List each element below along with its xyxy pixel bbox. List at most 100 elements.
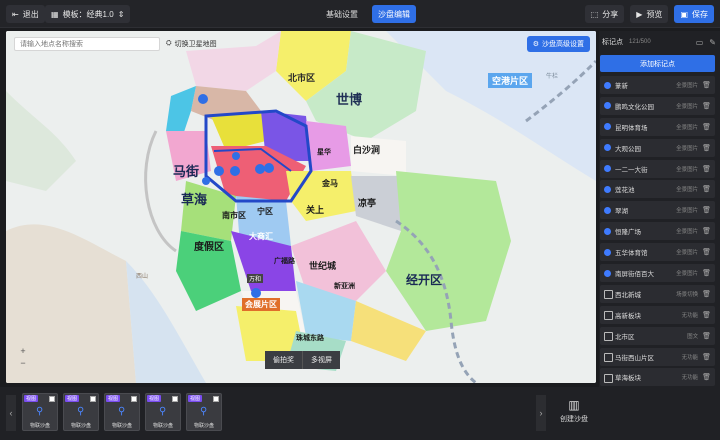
sandbox-thumbnail[interactable]: 视图 ⚲ 物联沙盘: [104, 393, 140, 431]
point-marker-icon: [604, 123, 611, 131]
polygon-marker-icon: [604, 332, 613, 342]
marker-row[interactable]: 五华体育馆 全景图片 🗑: [600, 243, 715, 262]
tab-basic-settings[interactable]: 基础设置: [320, 5, 364, 23]
marker-dot[interactable]: [232, 152, 240, 160]
create-sandbox-button[interactable]: ▥ 创建沙盘: [556, 398, 592, 424]
point-marker-icon: [604, 81, 611, 89]
trash-icon[interactable]: 🗑: [702, 227, 711, 235]
float-button[interactable]: 多视屏: [303, 351, 340, 369]
advanced-settings-button[interactable]: ⚙ 沙盘高级设置: [526, 36, 590, 52]
template-icon: ▦: [51, 9, 59, 19]
marker-name: 鹏鸣文化公园: [615, 103, 654, 111]
sandbox-thumbnail[interactable]: 视图 ⚲ 物联沙盘: [186, 393, 222, 431]
save-button[interactable]: ▣ 保存: [674, 5, 714, 23]
trash-icon[interactable]: 🗑: [702, 185, 711, 193]
thumb-label: 物联沙盘: [152, 423, 173, 429]
point-marker-icon: [604, 227, 611, 235]
marker-dot[interactable]: [251, 288, 261, 298]
trash-icon[interactable]: 🗑: [702, 353, 711, 361]
district-label: 广福路: [274, 258, 295, 265]
marker-row[interactable]: 鹏鸣文化公园 全景图片 🗑: [600, 96, 715, 115]
marker-name: 一二一大街: [615, 166, 648, 174]
trash-icon[interactable]: 🗑: [702, 81, 711, 89]
zoom-in-button[interactable]: +: [16, 346, 30, 358]
district-label: 北市区: [288, 73, 316, 83]
district-label: 万和: [247, 274, 264, 283]
polygon-marker-icon: [604, 353, 613, 363]
map-search-input[interactable]: [14, 37, 160, 51]
marker-meta: 无功能: [681, 375, 699, 382]
template-select[interactable]: ▦ 模板：经典1.0 ⇕: [45, 5, 131, 23]
marker-row[interactable]: 莲花池 全景图片 🗑: [600, 180, 715, 199]
trash-icon[interactable]: 🗑: [702, 290, 711, 298]
float-button[interactable]: 偷拍奖: [265, 351, 303, 369]
polygon-marker-icon: [604, 290, 613, 300]
scroll-left-button[interactable]: ‹: [6, 395, 16, 431]
thumb-checkbox[interactable]: [90, 396, 96, 402]
sandbox-thumbnails: 视图 ⚲ 物联沙盘 视图 ⚲ 物联沙盘 视图 ⚲ 物联沙盘 视图 ⚲ 物联沙盘 视图 ⚲ 物联沙盘: [22, 393, 222, 431]
marker-row[interactable]: 篆新 全景图片 🗑: [600, 76, 715, 94]
marker-row[interactable]: 南屏街佰百大 全景图片 🗑: [600, 264, 715, 283]
edit-icon[interactable]: ✎: [709, 38, 716, 47]
scroll-right-button[interactable]: ›: [536, 395, 546, 431]
marker-meta: 全景图片: [676, 145, 699, 152]
sandbox-thumbnail[interactable]: 视图 ⚲ 物联沙盘: [145, 393, 181, 431]
marker-dot[interactable]: [202, 177, 210, 185]
marker-row[interactable]: 马街西山片区 无功能 🗑: [600, 347, 715, 366]
marker-meta: 全景图片: [676, 208, 699, 215]
marker-row[interactable]: 草海板块 无功能 🗑: [600, 368, 715, 387]
top-actions: ⬚ 分享 ▶ 预览 ▣ 保存: [584, 5, 714, 23]
exit-button[interactable]: ⇤ 退出: [6, 5, 45, 23]
marker-name: 马街西山片区: [615, 354, 654, 362]
marker-list: 篆新 全景图片 🗑 鹏鸣文化公园 全景图片 🗑 昆明体育场 全景图片 🗑 大观公园 全景图片 🗑 一二一…: [600, 76, 715, 431]
marker-row[interactable]: 恒隆广场 全景图片 🗑: [600, 222, 715, 241]
satellite-toggle[interactable]: ⛭ 切换卫星地图: [160, 37, 223, 51]
trash-icon[interactable]: 🗑: [702, 269, 711, 277]
thumb-checkbox[interactable]: [213, 396, 219, 402]
folder-icon[interactable]: ▭: [696, 38, 704, 47]
marker-dot[interactable]: [230, 166, 240, 176]
marker-row[interactable]: 大观公园 全景图片 🗑: [600, 138, 715, 157]
thumb-tag: 视图: [106, 395, 121, 402]
sandbox-thumbnail[interactable]: 视图 ⚲ 物联沙盘: [22, 393, 58, 431]
marker-row[interactable]: 北市区 图文 🗑: [600, 326, 715, 345]
trash-icon[interactable]: 🗑: [702, 102, 711, 110]
marker-row[interactable]: 西北新城 场景切换 🗑: [600, 284, 715, 303]
trash-icon[interactable]: 🗑: [702, 165, 711, 173]
trash-icon[interactable]: 🗑: [702, 248, 711, 256]
tab-sandbox-edit[interactable]: 沙盘编辑: [372, 5, 416, 23]
marker-row[interactable]: 高新板块 无功能 🗑: [600, 305, 715, 324]
preview-button[interactable]: ▶ 预览: [630, 5, 669, 23]
district-label: 金马: [322, 179, 338, 188]
share-button[interactable]: ⬚ 分享: [584, 5, 625, 23]
trash-icon[interactable]: 🗑: [702, 311, 711, 319]
sandbox-thumbnail[interactable]: 视图 ⚲ 物联沙盘: [63, 393, 99, 431]
marker-name: 西北新城: [615, 291, 641, 299]
marker-name: 昆明体育场: [615, 124, 648, 132]
sandbox-map[interactable]: 北市区 世博 空港片区 马街 草海 白沙涧 金马 经开区 会展片区 世纪城 度假…: [6, 31, 596, 383]
district-label: 白沙涧: [353, 145, 381, 155]
thumb-label: 物联沙盘: [70, 423, 91, 429]
marker-meta: 无功能: [681, 312, 699, 319]
thumb-checkbox[interactable]: [131, 396, 137, 402]
marker-row[interactable]: 一二一大街 全景图片 🗑: [600, 159, 715, 178]
marker-row[interactable]: 翠湖 全景图片 🗑: [600, 201, 715, 220]
thumb-checkbox[interactable]: [172, 396, 178, 402]
marker-meta: 全景图片: [676, 83, 699, 89]
trash-icon[interactable]: 🗑: [702, 332, 711, 340]
trash-icon[interactable]: 🗑: [702, 206, 711, 214]
trash-icon[interactable]: 🗑: [702, 144, 711, 152]
marker-row[interactable]: 昆明体育场 全景图片 🗑: [600, 117, 715, 136]
marker-dot[interactable]: [255, 164, 265, 174]
marker-dot[interactable]: [264, 163, 274, 173]
trash-icon[interactable]: 🗑: [702, 123, 711, 131]
add-marker-button[interactable]: 添加标记点: [600, 55, 715, 72]
trash-icon[interactable]: 🗑: [702, 373, 711, 381]
marker-dot[interactable]: [214, 166, 224, 176]
map-pin-icon: ⚲: [36, 406, 44, 417]
district-label: 南市区: [222, 211, 246, 220]
zoom-out-button[interactable]: −: [16, 358, 30, 370]
marker-dot[interactable]: [198, 94, 208, 104]
thumb-checkbox[interactable]: [49, 396, 55, 402]
chevron-left-icon: ‹: [9, 408, 13, 418]
